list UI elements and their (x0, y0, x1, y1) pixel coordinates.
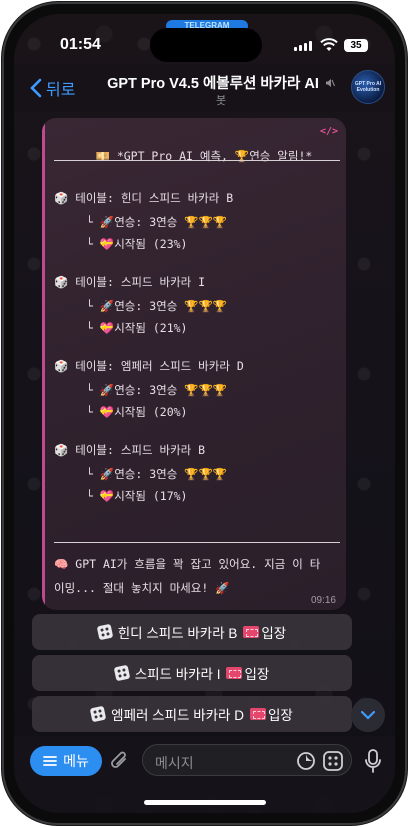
wifi-icon (320, 38, 338, 51)
ticket-icon (226, 667, 243, 679)
menu-icon (43, 756, 58, 766)
rocket-icon: 🚀 (99, 467, 115, 481)
battery-indicator: 35 (344, 39, 368, 52)
started-text: 시작됨 (23%) (114, 237, 188, 251)
chat-subtitle: 봇 (215, 95, 227, 107)
chevron-down-icon (360, 710, 376, 720)
divider-bottom (54, 542, 340, 543)
enter-button-hindi-speed-b[interactable]: 힌디 스피드 바카라 B 입장 (32, 614, 352, 650)
back-chevron-icon (30, 78, 42, 98)
paperclip-icon[interactable] (110, 750, 130, 772)
started-row: └ 💝시작됨 (23%) (86, 237, 188, 251)
code-block-icon[interactable]: </> (320, 126, 338, 137)
enter-button-speed-i[interactable]: 스피드 바카라 I 입장 (32, 655, 352, 691)
dice-icon: 🎲 (54, 359, 69, 373)
trophy-icon: 🏆🏆🏆 (184, 299, 228, 313)
button-suffix: 입장 (267, 708, 293, 723)
table-name: 테이블: 엠페러 스피드 바카라 D (75, 359, 244, 373)
chat-header: 뒤로 GPT Pro V4.5 에볼루션 바카라 AI 봇 GPT Pro AI… (14, 64, 395, 112)
dice-icon (113, 664, 130, 682)
home-indicator (144, 800, 266, 805)
bot-avatar[interactable]: GPT Pro AI Evolution (351, 70, 385, 104)
sparkle-icon: 💝 (99, 237, 115, 251)
streak-row: └ 🚀연승: 3연승 🏆🏆🏆 (86, 467, 228, 481)
streak-row: └ 🚀연승: 3연승 🏆🏆🏆 (86, 299, 228, 313)
rocket-icon: 🚀 (99, 215, 115, 229)
back-label: 뒤로 (46, 82, 76, 99)
menu-label: 메뉴 (63, 753, 89, 769)
button-label: 스피드 바카라 I (134, 667, 221, 682)
table-row: 🎲 테이블: 엠페러 스피드 바카라 D (54, 358, 244, 374)
table-name: 테이블: 스피드 바카라 I (75, 275, 206, 289)
message-time: 09:16 (310, 595, 336, 606)
streak-text: 연승: 3연승 (114, 299, 178, 313)
started-row: └ 💝시작됨 (20%) (86, 405, 188, 419)
chat-title-text: GPT Pro V4.5 에볼루션 바카라 AI (107, 76, 319, 92)
streak-text: 연승: 3연승 (114, 383, 178, 397)
sticker-icon[interactable] (296, 751, 316, 771)
ticket-icon (249, 708, 266, 720)
started-row: └ 💝시작됨 (21%) (86, 321, 188, 335)
table-row: 🎲 테이블: 힌디 스피드 바카라 B (54, 190, 233, 206)
streak-row: └ 🚀연승: 3연승 🏆🏆🏆 (86, 215, 228, 229)
trophy-icon: 🏆🏆🏆 (184, 215, 228, 229)
streak-row: └ 🚀연승: 3연승 🏆🏆🏆 (86, 383, 228, 397)
message-placeholder: 메시지 (155, 755, 194, 771)
telegram-chat-screen: 01:54 TELEGRAM 35 뒤로 GPT Pro V4.5 에볼루션 바… (14, 14, 395, 813)
streak-text: 연승: 3연승 (114, 467, 178, 481)
message-input[interactable]: 메시지 (142, 744, 352, 776)
sparkle-icon: 💝 (99, 321, 115, 335)
back-button[interactable]: 뒤로 (30, 76, 75, 100)
footer-line-1: 🧠 GPT AI가 흐름을 꽉 잡고 있어요. 지금 이 타 (54, 556, 320, 572)
streak-text: 연승: 3연승 (114, 215, 178, 229)
footer-line-2: 이밍... 절대 놓치지 마세요! 🚀 (54, 581, 230, 595)
table-name: 테이블: 힌디 스피드 바카라 B (75, 191, 234, 205)
started-text: 시작됨 (21%) (114, 321, 188, 335)
button-label: 힌디 스피드 바카라 B (117, 626, 238, 641)
started-text: 시작됨 (17%) (114, 489, 188, 503)
mic-icon[interactable] (364, 748, 382, 774)
dice-icon: 🎲 (54, 191, 69, 205)
trophy-icon: 🏆🏆🏆 (184, 467, 228, 481)
trophy-icon: 🏆🏆🏆 (184, 383, 228, 397)
sparkle-icon: 💝 (99, 405, 115, 419)
rocket-icon: 🚀 (99, 299, 115, 313)
dice-icon (89, 705, 107, 723)
message-headline-row: 💴 *GPT Pro AI 예측, 🏆연승 알림!* (54, 134, 313, 178)
mute-icon (325, 79, 335, 87)
brain-icon: 🧠 (54, 557, 69, 571)
table-row: 🎲 테이블: 스피드 바카라 B (54, 442, 205, 458)
status-time: 01:54 (60, 36, 101, 53)
chat-title[interactable]: GPT Pro V4.5 에볼루션 바카라 AI (86, 72, 356, 93)
dice-icon: 🎲 (54, 443, 69, 457)
dice-icon: 🎲 (54, 275, 69, 289)
signal-icon (294, 41, 312, 51)
started-text: 시작됨 (20%) (114, 405, 188, 419)
scroll-down-button[interactable] (351, 698, 385, 732)
button-suffix: 입장 (244, 667, 270, 682)
dice-icon (96, 623, 114, 641)
started-row: └ 💝시작됨 (17%) (86, 489, 188, 503)
enter-button-emperor-speed-d[interactable]: 엠페러 스피드 바카라 D 입장 (32, 696, 352, 732)
table-name: 테이블: 스피드 바카라 B (75, 443, 206, 457)
phone-frame: 01:54 TELEGRAM 35 뒤로 GPT Pro V4.5 에볼루션 바… (4, 4, 405, 823)
keyboard-icon[interactable] (322, 750, 344, 772)
footer-text-1: GPT AI가 흐름을 꽉 잡고 있어요. 지금 이 타 (75, 557, 321, 571)
table-row: 🎲 테이블: 스피드 바카라 I (54, 274, 205, 290)
rocket-icon: 🚀 (99, 383, 115, 397)
sparkle-icon: 💝 (99, 489, 115, 503)
message-bubble: </> 💴 *GPT Pro AI 예측, 🏆연승 알림!* 🎲 테이블: 힌디… (42, 118, 346, 610)
menu-button[interactable]: 메뉴 (30, 746, 102, 776)
divider-top (54, 160, 340, 161)
ticket-icon (243, 626, 260, 638)
dynamic-island (150, 28, 262, 62)
button-label: 엠페러 스피드 바카라 D (111, 708, 244, 723)
status-bar: 01:54 TELEGRAM 35 (14, 14, 395, 64)
button-suffix: 입장 (261, 626, 287, 641)
